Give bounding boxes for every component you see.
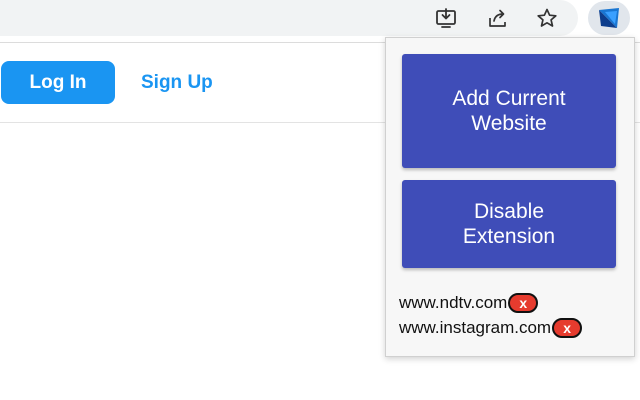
log-in-button[interactable]: Log In <box>1 61 115 104</box>
install-app-button[interactable] <box>430 2 462 34</box>
site-domain: www.ndtv.com <box>399 292 508 312</box>
extension-logo-icon <box>599 8 619 28</box>
extension-popup: Add Current Website Disable Extension ww… <box>385 37 635 357</box>
site-domain: www.instagram.com <box>399 317 552 337</box>
add-current-website-button[interactable]: Add Current Website <box>402 54 616 168</box>
remove-site-button[interactable]: x <box>508 292 539 313</box>
share-icon <box>489 9 506 27</box>
list-item: www.ndtv.com x <box>399 290 629 315</box>
extension-button[interactable] <box>588 1 630 35</box>
install-app-icon <box>436 8 456 28</box>
list-item: www.instagram.com x <box>399 315 629 340</box>
remove-site-button[interactable]: x <box>552 317 583 338</box>
bookmark-button[interactable] <box>531 2 563 34</box>
browser-toolbar <box>0 0 640 37</box>
blocked-site-list: www.ndtv.com x www.instagram.com x <box>399 290 629 340</box>
disable-extension-button[interactable]: Disable Extension <box>402 180 616 268</box>
share-button[interactable] <box>482 2 514 34</box>
sign-up-link[interactable]: Sign Up <box>141 72 213 94</box>
bookmark-star-icon <box>537 8 557 27</box>
